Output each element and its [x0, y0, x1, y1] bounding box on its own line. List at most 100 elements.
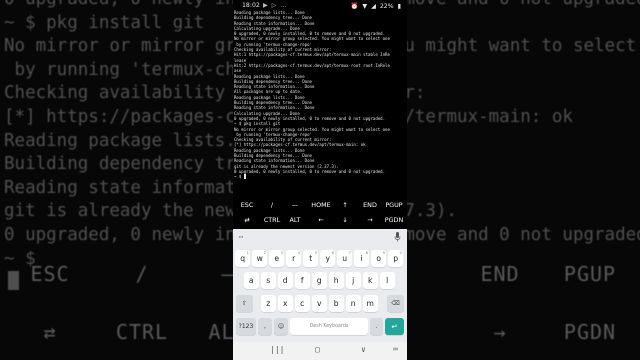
key-label: y: [325, 254, 330, 263]
key-b[interactable]: b: [328, 295, 344, 312]
extra-key[interactable]: PGUP: [385, 201, 402, 209]
key-l[interactable]: l: [379, 272, 395, 289]
extra-key[interactable]: ⇄: [244, 216, 249, 224]
terminal-output[interactable]: Reading package lists... Done Building de…: [234, 10, 406, 197]
comma-key[interactable]: ,: [258, 318, 272, 335]
key-e[interactable]: e3: [269, 250, 285, 267]
period-key[interactable]: .: [370, 318, 383, 335]
terminal-line-text: Hit:1 https://packages-cf.termux.dev/apt…: [234, 52, 390, 58]
key-j[interactable]: j: [345, 272, 361, 289]
terminal-cursor: [243, 174, 247, 179]
terminal-line-text: Checking availability of current mirror:: [234, 47, 332, 53]
key-y[interactable]: y6: [320, 250, 336, 267]
terminal-line-text: git is already the newest version (2.37.…: [234, 163, 339, 169]
space-bar[interactable]: Desh Keyboards: [290, 318, 368, 335]
key-n[interactable]: n: [345, 295, 361, 312]
key-label: o: [376, 254, 382, 263]
keyboard-row-2: asdfghjkl: [233, 272, 407, 292]
navigation-bar: ||| ▢ ∨ ⌨: [233, 342, 407, 360]
key-a[interactable]: a: [243, 272, 259, 289]
extra-key[interactable]: →: [367, 216, 372, 224]
terminal-line-text: Building dependency tree... Done: [234, 100, 312, 106]
status-right: ⏰ ▼ ◢ 22% ▮: [349, 2, 401, 10]
terminal-line-text: Reading state information... Done: [234, 158, 315, 164]
terminal-line-text: by running 'termux-change-repo': [234, 131, 312, 137]
key-g[interactable]: g: [311, 272, 327, 289]
key-o[interactable]: o9: [371, 250, 387, 267]
terminal-line-text: ase: [234, 68, 242, 74]
keyboard-row-3: ⇧ ⌫ zxcvbnm: [233, 295, 407, 315]
key-v[interactable]: v: [311, 295, 327, 312]
extra-key[interactable]: /: [271, 201, 273, 209]
key-hint: 3: [280, 250, 283, 255]
extra-key[interactable]: END: [363, 201, 377, 209]
status-time: 18:02: [242, 1, 260, 9]
symbols-key[interactable]: ?123: [236, 318, 256, 335]
extra-key[interactable]: —: [292, 201, 298, 209]
key-m[interactable]: m: [362, 295, 378, 312]
terminal-line-text: [*] https://packages-cf.termux.dev/apt/t…: [234, 142, 366, 148]
extra-keys-row2: ⇄ CTRL ALT ← ↓ → PGDN: [233, 213, 407, 227]
extra-keys-row1: ESC / — HOME ↑ END PGUP: [233, 198, 407, 212]
extra-key[interactable]: ALT: [290, 216, 301, 224]
terminal-line-text: Building dependency tree... Done: [234, 153, 312, 159]
shift-key[interactable]: ⇧: [236, 295, 253, 312]
key-label: u: [342, 254, 348, 263]
key-hint: 7: [348, 250, 351, 255]
terminal-line-text: lease: [234, 57, 247, 63]
terminal-line-text: Calculating upgrade... Done: [234, 110, 300, 116]
terminal-line-text: ~ $ pkg install git: [234, 121, 281, 127]
recents-button[interactable]: |||: [270, 345, 284, 354]
keyboard-switch-icon[interactable]: ⌨: [393, 345, 398, 354]
terminal-line-text: Reading state information... Done: [234, 84, 315, 90]
key-z[interactable]: z: [260, 295, 276, 312]
terminal-line-text: Checking availability of current mirror:: [234, 137, 332, 143]
key-i[interactable]: i8: [354, 250, 370, 267]
terminal-line-text: No mirror or mirror group selected. You …: [234, 126, 390, 132]
home-button[interactable]: ▢: [315, 345, 320, 354]
extra-key[interactable]: ←: [318, 216, 323, 224]
terminal-line-text: by running 'termux-change-repo': [234, 41, 312, 47]
terminal-line-text: 0 upgraded, 0 newly installed, 0 to remo…: [234, 31, 386, 37]
key-u[interactable]: u7: [337, 250, 353, 267]
extra-key[interactable]: ESC: [241, 201, 254, 209]
terminal-line-text: 0 upgraded, 0 newly installed, 0 to remo…: [234, 168, 386, 174]
key-f[interactable]: f: [294, 272, 310, 289]
backspace-key[interactable]: ⌫: [387, 295, 404, 312]
extra-key[interactable]: ↑: [342, 201, 347, 209]
key-c[interactable]: c: [294, 295, 310, 312]
extra-key[interactable]: HOME: [311, 201, 330, 209]
key-w[interactable]: w2: [252, 250, 268, 267]
extra-key[interactable]: ↓: [342, 216, 347, 224]
extra-key[interactable]: PGDN: [385, 216, 404, 224]
key-h[interactable]: h: [328, 272, 344, 289]
key-r[interactable]: r4: [286, 250, 302, 267]
terminal-line-text: ~ $: [234, 174, 244, 180]
key-label: q: [240, 254, 246, 263]
back-button[interactable]: ∨: [361, 345, 366, 354]
notification-icons: ▶ ▷ …: [263, 1, 288, 9]
keyboard-row-4: ?123 , ☺ Desh Keyboards . ↵: [233, 318, 407, 338]
key-k[interactable]: k: [362, 272, 378, 289]
terminal-line-text: Reading package lists... Done: [234, 73, 305, 79]
key-label: p: [393, 254, 399, 263]
key-q[interactable]: q1: [235, 250, 251, 267]
key-d[interactable]: d: [277, 272, 293, 289]
key-x[interactable]: x: [277, 295, 293, 312]
key-hint: 2: [263, 250, 266, 255]
extra-key[interactable]: CTRL: [264, 216, 280, 224]
emoji-key[interactable]: ☺: [274, 318, 288, 335]
key-p[interactable]: p0: [388, 250, 404, 267]
key-t[interactable]: t5: [303, 250, 319, 267]
key-hint: 1: [246, 250, 249, 255]
wifi-icon: ▼: [362, 2, 368, 10]
keyboard-menu-icon[interactable]: ⋯: [239, 233, 243, 241]
key-s[interactable]: s: [260, 272, 276, 289]
enter-key[interactable]: ↵: [385, 318, 404, 335]
key-label: r: [292, 254, 296, 263]
terminal-line-text: Building dependency tree... Done: [234, 15, 312, 21]
mic-icon[interactable]: [394, 232, 401, 242]
key-label: i: [360, 254, 363, 263]
key-hint: 9: [382, 250, 385, 255]
key-hint: 4: [297, 250, 300, 255]
